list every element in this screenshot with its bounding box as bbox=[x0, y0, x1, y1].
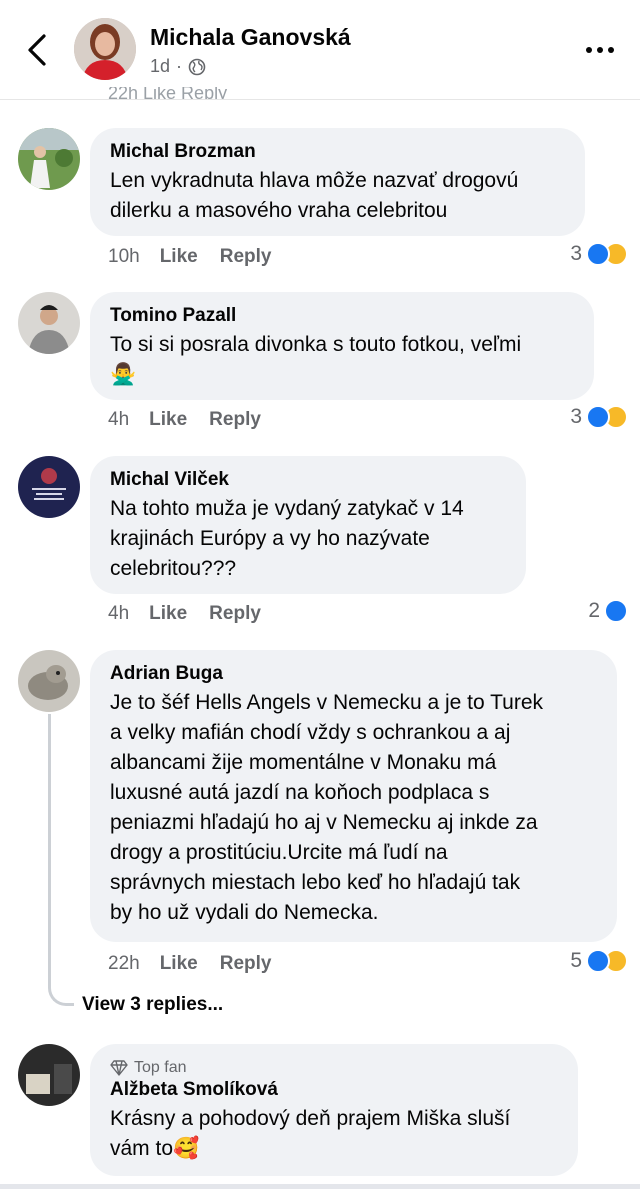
comment-text-line: vám to🥰 bbox=[110, 1137, 200, 1160]
comment-actions: 4h Like Reply bbox=[108, 409, 283, 431]
comment-author[interactable]: Michal Vilček bbox=[110, 468, 506, 492]
reaction-count: 3 bbox=[570, 405, 582, 428]
post-header: Michala Ganovská 1d · bbox=[0, 0, 640, 100]
comment-author[interactable]: Adrian Buga bbox=[110, 662, 597, 686]
comment-bubble: Tomino Pazall To si si posrala divonka s… bbox=[90, 292, 594, 400]
like-button[interactable]: Like bbox=[149, 409, 187, 431]
reaction-summary[interactable]: 3 bbox=[570, 242, 628, 266]
like-button[interactable]: Like bbox=[160, 246, 198, 268]
reaction-summary[interactable]: 3 bbox=[570, 405, 628, 429]
reply-button[interactable]: Reply bbox=[209, 409, 261, 431]
reply-button[interactable]: Reply bbox=[220, 246, 272, 268]
post-time[interactable]: 1d bbox=[150, 56, 170, 77]
reply-thread-line bbox=[48, 714, 74, 1006]
dot-icon bbox=[597, 47, 603, 53]
top-fan-label: Top fan bbox=[134, 1059, 187, 1076]
comment-text-line: krajinách Európy a vy ho nazývate bbox=[110, 527, 430, 550]
comment-text-line: drogy a prostitúciu.Urcite má ľudí na bbox=[110, 841, 448, 864]
like-icon bbox=[586, 949, 610, 973]
author-name[interactable]: Michala Ganovská bbox=[150, 24, 351, 51]
more-options-button[interactable] bbox=[586, 40, 622, 60]
comment-text-line: dilerku a masového vraha celebritou bbox=[110, 199, 448, 222]
reaction-count: 2 bbox=[588, 599, 600, 622]
back-button[interactable] bbox=[22, 30, 54, 70]
comment-text-line: luxusné autá jazdí na koňoch podplaca s bbox=[110, 781, 490, 804]
comment-time[interactable]: 4h bbox=[108, 603, 129, 625]
top-fan-badge: Top fan bbox=[110, 1058, 558, 1078]
like-button[interactable]: Like bbox=[149, 603, 187, 625]
previous-comment-actions: 22h Like Reply bbox=[108, 87, 228, 99]
diamond-icon bbox=[110, 1060, 128, 1076]
comment-text-line: Na tohto muža je vydaný zatykač v 14 bbox=[110, 497, 464, 520]
comment-text-line: peniazmi hľadajú ho aj v Nemecku aj inkd… bbox=[110, 811, 538, 834]
comment-text-line: Krásny a pohodový deň prajem Miška sluší bbox=[110, 1107, 511, 1130]
bottom-divider bbox=[0, 1184, 640, 1189]
comment-text-line: Je to šéf Hells Angels v Nemecku a je to… bbox=[110, 691, 544, 714]
commenter-avatar[interactable] bbox=[18, 456, 80, 518]
reaction-summary[interactable]: 5 bbox=[570, 949, 628, 973]
comment-author[interactable]: Alžbeta Smolíková bbox=[110, 1078, 558, 1102]
commenter-avatar[interactable] bbox=[18, 292, 80, 354]
comment-author[interactable]: Tomino Pazall bbox=[110, 304, 574, 328]
chevron-left-icon bbox=[28, 34, 46, 66]
comment-text-line: správnych miestach lebo keď ho hľadajú t… bbox=[110, 871, 521, 894]
comment-time[interactable]: 4h bbox=[108, 409, 129, 431]
post-meta: 1d · bbox=[150, 56, 206, 77]
commenter-avatar[interactable] bbox=[18, 650, 80, 712]
comment-text-line: 🙅‍♂️ bbox=[110, 363, 137, 386]
dot-icon bbox=[608, 47, 614, 53]
comment-text-line: celebritou??? bbox=[110, 557, 237, 580]
reaction-summary[interactable]: 2 bbox=[588, 599, 628, 623]
comment-text-line: Len vykradnuta hlava môže nazvať drogovú bbox=[110, 169, 519, 192]
view-replies-link[interactable]: View 3 replies... bbox=[82, 994, 223, 1016]
comment-bubble: Top fan Alžbeta Smolíková Krásny a pohod… bbox=[90, 1044, 578, 1176]
reply-button[interactable]: Reply bbox=[209, 603, 261, 625]
comment-actions: 22h Like Reply bbox=[108, 953, 293, 975]
reaction-count: 5 bbox=[570, 949, 582, 972]
commenter-avatar[interactable] bbox=[18, 128, 80, 190]
commenter-avatar[interactable] bbox=[18, 1044, 80, 1106]
comment-bubble: Adrian Buga Je to šéf Hells Angels v Nem… bbox=[90, 650, 617, 942]
comment-bubble: Michal Vilček Na tohto muža je vydaný za… bbox=[90, 456, 526, 594]
like-icon bbox=[586, 242, 610, 266]
comment-author[interactable]: Michal Brozman bbox=[110, 140, 565, 164]
reaction-count: 3 bbox=[570, 242, 582, 265]
comment-text-line: by ho už vydali do Nemecka. bbox=[110, 901, 379, 924]
like-icon bbox=[586, 405, 610, 429]
dot-icon bbox=[586, 47, 592, 53]
like-icon bbox=[604, 599, 628, 623]
comment-actions: 4h Like Reply bbox=[108, 603, 283, 625]
comment-bubble: Michal Brozman Len vykradnuta hlava môže… bbox=[90, 128, 585, 236]
reply-button[interactable]: Reply bbox=[220, 953, 272, 975]
globe-icon bbox=[188, 58, 206, 75]
like-button[interactable]: Like bbox=[160, 953, 198, 975]
comment-text-line: albancami žije momentálne v Monaku má bbox=[110, 751, 497, 774]
author-avatar[interactable] bbox=[74, 18, 136, 80]
comment-actions: 10h Like Reply bbox=[108, 246, 293, 268]
meta-separator: · bbox=[176, 56, 183, 76]
comment-time[interactable]: 10h bbox=[108, 246, 140, 268]
comment-text-line: a velky mafián chodí vždy s ochrankou a … bbox=[110, 721, 511, 744]
comment-text-line: To si si posrala divonka s touto fotkou,… bbox=[110, 333, 522, 356]
comment-time[interactable]: 22h bbox=[108, 953, 140, 975]
